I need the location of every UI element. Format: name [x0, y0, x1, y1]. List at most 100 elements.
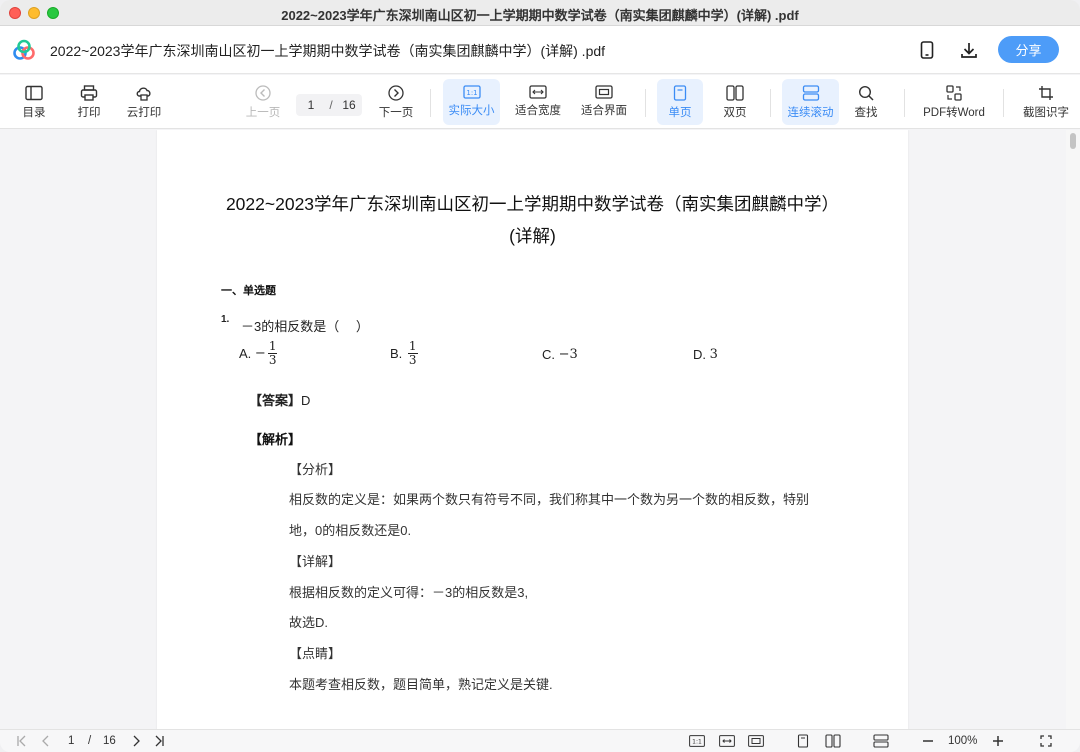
double-page-button[interactable]: 双页 — [713, 79, 757, 125]
app-header: 2022~2023学年广东深圳南山区初一上学期期中数学试卷（南实集团麒麟中学）(… — [0, 26, 1080, 74]
document-viewer[interactable]: 2022~2023学年广东深圳南山区初一上学期期中数学试卷（南实集团麒麟中学）(… — [0, 130, 1080, 729]
option-c: C. −3 — [542, 347, 578, 362]
numerator: 1 — [407, 339, 418, 354]
toolbar-divider — [770, 89, 771, 117]
page-number-input[interactable]: 1 / 16 — [296, 94, 362, 116]
chevron-left-circle-icon — [255, 85, 271, 101]
xiangjie-line-2: 故选D. — [289, 615, 329, 630]
dianjing-label: 【点睛】 — [289, 646, 342, 661]
fit-page-icon — [595, 85, 613, 99]
fit-width-button[interactable]: 适合宽度 — [511, 79, 565, 125]
prev-page-icon[interactable] — [38, 733, 54, 749]
analysis-heading: 【解析】 — [249, 432, 302, 447]
actual-size-label: 实际大小 — [448, 105, 495, 117]
numerator: 1 — [267, 339, 278, 354]
question-number: 1. — [221, 314, 230, 325]
single-page-icon — [673, 85, 687, 101]
option-letter: C. — [542, 347, 555, 362]
actual-size-icon: 1:1 — [462, 85, 481, 99]
toolbar-divider — [904, 89, 905, 117]
toolbar-divider — [1003, 89, 1004, 117]
last-page-icon[interactable] — [151, 733, 167, 749]
next-page-button[interactable]: 下一页 — [374, 79, 418, 125]
option-letter: B. — [390, 346, 403, 361]
share-button[interactable]: 分享 — [998, 36, 1059, 63]
next-page-label: 下一页 — [378, 107, 414, 119]
single-page-icon[interactable] — [795, 733, 811, 749]
fit-page-button[interactable]: 适合界面 — [576, 79, 632, 125]
fraction: 13 — [267, 339, 278, 367]
print-label: 打印 — [77, 107, 101, 119]
single-page-label: 单页 — [668, 107, 692, 119]
svg-text:1:1: 1:1 — [466, 89, 477, 97]
single-page-button[interactable]: 单页 — [657, 79, 703, 125]
answer-label: 【答案】 — [249, 393, 302, 408]
phone-icon[interactable] — [915, 38, 939, 62]
continuous-scroll-label: 连续滚动 — [787, 107, 834, 119]
answer-value: D — [301, 393, 311, 408]
pdf-to-word-button[interactable]: PDF转Word — [918, 79, 990, 125]
page-separator: / — [329, 98, 333, 112]
continuous-scroll-icon[interactable] — [872, 733, 890, 749]
ocr-button[interactable]: 截图识字 — [1018, 79, 1074, 125]
answer-line: 【答案】D — [249, 390, 310, 409]
convert-icon — [946, 85, 962, 101]
option-sign: − — [254, 346, 266, 361]
toolbar: 目录 打印 云打印 上一页 1 / 16 下一页 1:1 实际大小 适合宽度 适… — [0, 75, 1080, 129]
zoom-in-icon[interactable] — [990, 733, 1006, 749]
double-page-label: 双页 — [723, 107, 747, 119]
toolbar-divider — [430, 89, 431, 117]
denominator: 3 — [408, 353, 417, 367]
option-a: A. − 13 — [239, 339, 278, 367]
toc-icon — [25, 85, 43, 101]
toc-button[interactable]: 目录 — [14, 79, 54, 125]
toolbar-divider — [645, 89, 646, 117]
document-title: 2022~2023学年广东深圳南山区初一上学期期中数学试卷（南实集团麒麟中学）(… — [50, 43, 606, 59]
actual-size-button[interactable]: 1:1 实际大小 — [443, 79, 500, 125]
window-title: 2022~2023学年广东深圳南山区初一上学期期中数学试卷（南实集团麒麟中学）(… — [281, 8, 799, 23]
crop-icon — [1039, 86, 1053, 100]
option-value: −3 — [558, 347, 578, 362]
chevron-right-circle-icon — [388, 85, 404, 101]
first-page-icon[interactable] — [14, 733, 30, 749]
prev-page-button[interactable]: 上一页 — [242, 79, 284, 125]
fenxi-line-1: 相反数的定义是：如果两个数只有符号不同，我们称其中一个数为另一个数的相反数，特别 — [289, 492, 810, 507]
pdf-to-word-label: PDF转Word — [923, 107, 985, 119]
dianjing-line: 本题考查相反数，题目简单，熟记定义是关键. — [289, 677, 553, 692]
print-button[interactable]: 打印 — [69, 79, 109, 125]
next-page-icon[interactable] — [128, 733, 144, 749]
status-bar: 1 / 16 1:1 100% — [0, 729, 1080, 752]
cloud-print-button[interactable]: 云打印 — [122, 79, 166, 125]
search-button[interactable]: 查找 — [846, 79, 886, 125]
fit-page-icon[interactable] — [747, 733, 765, 749]
actual-size-icon[interactable]: 1:1 — [688, 733, 706, 749]
fraction: 13 — [407, 339, 418, 367]
zoom-out-icon[interactable] — [920, 733, 936, 749]
fit-width-icon[interactable] — [718, 733, 736, 749]
double-page-icon[interactable] — [824, 733, 842, 749]
fit-width-label: 适合宽度 — [515, 105, 561, 117]
cloud-print-icon — [136, 87, 151, 101]
search-label: 查找 — [854, 107, 878, 119]
prev-page-label: 上一页 — [245, 107, 281, 119]
continuous-scroll-button[interactable]: 连续滚动 — [782, 79, 839, 125]
scrollbar-thumb[interactable] — [1070, 133, 1076, 149]
continuous-scroll-icon — [802, 85, 819, 101]
status-page-separator: / — [88, 735, 92, 747]
fenxi-line-2: 地，0的相反数还是0. — [289, 523, 412, 538]
vertical-scrollbar[interactable] — [1066, 130, 1080, 729]
svg-text:1:1: 1:1 — [692, 739, 702, 746]
title-bar: 2022~2023学年广东深圳南山区初一上学期期中数学试卷（南实集团麒麟中学）(… — [0, 0, 1080, 26]
status-current-page[interactable]: 1 — [68, 735, 74, 747]
toc-label: 目录 — [22, 107, 46, 119]
cloud-print-label: 云打印 — [126, 107, 162, 119]
denominator: 3 — [268, 353, 277, 367]
download-icon[interactable] — [957, 38, 981, 62]
fullscreen-icon[interactable] — [1038, 733, 1054, 749]
zoom-level[interactable]: 100% — [948, 735, 977, 747]
printer-icon — [80, 85, 98, 101]
option-b: B. 13 — [390, 340, 418, 367]
document-heading: 2022~2023学年广东深圳南山区初一上学期期中数学试卷（南实集团麒麟中学）(… — [225, 194, 840, 246]
total-pages: 16 — [342, 98, 356, 112]
section-title: 一、单选题 — [221, 285, 276, 297]
